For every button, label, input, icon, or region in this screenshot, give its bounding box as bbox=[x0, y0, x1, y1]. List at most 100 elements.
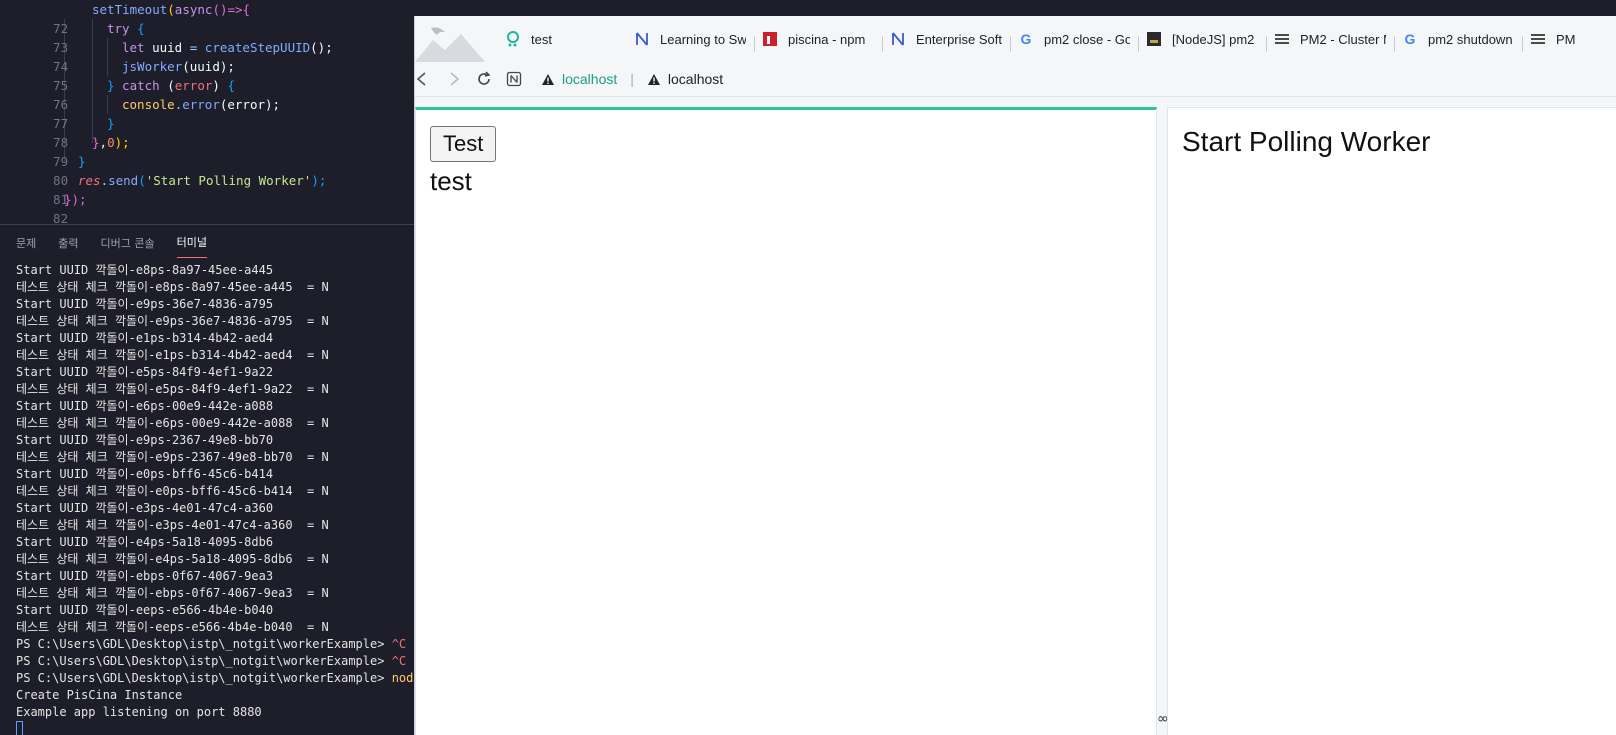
theme-artwork-icon bbox=[415, 27, 485, 62]
code-token: { bbox=[219, 78, 235, 93]
code-token: } bbox=[107, 78, 115, 93]
bottom-panel: 문제 출력 디버그 콘솔 터미널 Start UUID 깍돌이-e8ps-8a9… bbox=[0, 224, 416, 735]
code-token: ( bbox=[159, 78, 175, 93]
terminal-line: Start UUID 깍돌이-e9ps-2367-49e8-bb70 bbox=[16, 433, 274, 447]
code-line[interactable]: 79 },0); bbox=[0, 133, 416, 169]
code-token: (); bbox=[310, 40, 333, 55]
address-host-secondary: localhost bbox=[667, 71, 724, 87]
ctrl-c-text: ^C bbox=[391, 654, 407, 668]
code-token: send bbox=[108, 173, 139, 188]
code-line[interactable]: 77 console.error(error); bbox=[0, 95, 416, 131]
tab-divider bbox=[1266, 36, 1267, 52]
code-token: try bbox=[107, 21, 130, 36]
address-bar[interactable]: localhost | localhost bbox=[541, 71, 723, 87]
notion-extension-button[interactable] bbox=[503, 68, 525, 90]
code-line[interactable]: 81 res.send('Start Polling Worker'); bbox=[0, 171, 416, 207]
code-token: setTimeout bbox=[92, 2, 168, 17]
tab-terminal[interactable]: 터미널 bbox=[176, 234, 207, 258]
prompt-text: PS C:\Users\GDL\Desktop\istp\_notgit\wor… bbox=[16, 654, 392, 668]
test-output-text: test bbox=[430, 166, 472, 196]
terminal-line: Start UUID 깍돌이-ebps-0f67-4067-9ea3 bbox=[16, 569, 274, 583]
ctrl-c-text: ^C bbox=[391, 637, 407, 651]
code-token: ); bbox=[311, 173, 327, 188]
code-token: async bbox=[174, 2, 213, 17]
code-line[interactable]: 83 bbox=[0, 209, 416, 224]
code-line[interactable]: 72 setTimeout(async()=>{ bbox=[0, 0, 416, 36]
browser-tab-label: [NodeJS] pm2 bbox=[1172, 31, 1255, 47]
browser-tab-label: PM bbox=[1556, 31, 1576, 47]
code-token: error bbox=[182, 97, 220, 112]
browser-tab-test[interactable]: test bbox=[505, 28, 615, 50]
code-token: let bbox=[122, 40, 145, 55]
polling-response-text: Start Polling Worker bbox=[1182, 126, 1431, 157]
code-line[interactable]: 75 jsWorker(uuid); bbox=[0, 57, 416, 93]
code-line[interactable]: 73 try { bbox=[0, 19, 416, 55]
terminal[interactable]: Start UUID 깍돌이-e8ps-8a97-45ee-a445 테스트 상… bbox=[16, 262, 416, 735]
terminal-cursor-line bbox=[16, 721, 416, 735]
code-line[interactable]: 74 let uuid = createStepUUID(); bbox=[0, 38, 416, 74]
browser-tab-learning[interactable]: Learning to Swir bbox=[634, 28, 746, 50]
browser-tab-piscina[interactable]: piscina - npm bbox=[762, 28, 874, 50]
back-button[interactable] bbox=[415, 68, 433, 90]
terminal-line: 테스트 상태 체크 깍돌이-e4ps-5a18-4095-8db6 = N bbox=[16, 552, 329, 566]
reload-button[interactable] bbox=[473, 68, 495, 90]
browser-tab-label: pm2 shutdown - bbox=[1428, 31, 1514, 47]
browser-tab-label: pm2 close - Goc bbox=[1044, 31, 1130, 47]
code-token: 'Start Polling Worker' bbox=[145, 173, 312, 188]
browser-window: test Learning to Swir piscina - npm Ente… bbox=[414, 16, 1616, 735]
code-line[interactable]: 76 } catch (error) { bbox=[0, 76, 416, 112]
split-view-content: Test test Start Polling Worker ∞ bbox=[415, 96, 1616, 735]
terminal-prompt-line: PS C:\Users\GDL\Desktop\istp\_notgit\wor… bbox=[16, 636, 416, 653]
code-token: }); bbox=[64, 192, 87, 207]
code-token: catch bbox=[114, 78, 160, 93]
browser-tab-pm2-shutdown[interactable]: G pm2 shutdown - bbox=[1402, 28, 1514, 50]
tab-problems[interactable]: 문제 bbox=[16, 235, 36, 258]
browser-tab-pm[interactable]: PM bbox=[1530, 28, 1616, 50]
notion-n-icon bbox=[634, 31, 650, 47]
code-token: res bbox=[78, 173, 101, 188]
address-separator: | bbox=[630, 71, 634, 87]
code-line[interactable]: 82 }); bbox=[0, 190, 416, 224]
browser-tab-enterprise[interactable]: Enterprise Softw bbox=[890, 28, 1002, 50]
test-button[interactable]: Test bbox=[430, 126, 497, 162]
notion-n-icon bbox=[890, 31, 906, 47]
prompt-text: PS C:\Users\GDL\Desktop\istp\_notgit\wor… bbox=[16, 671, 392, 685]
browser-tab-pm2-close[interactable]: G pm2 close - Goc bbox=[1018, 28, 1130, 50]
code-line[interactable]: 80 } bbox=[0, 152, 416, 188]
terminal-line: 테스트 상태 체크 깍돌이-e0ps-bff6-45c6-b414 = N bbox=[16, 484, 329, 498]
node-command: node bbox=[391, 671, 416, 685]
chevron-left-icon bbox=[416, 72, 426, 86]
terminal-line: Start UUID 깍돌이-e5ps-84f9-4ef1-9a22 bbox=[16, 365, 274, 379]
browser-tab-nodejs-pm2[interactable]: [NodeJS] pm2 bbox=[1146, 28, 1258, 50]
code-token: createStepUUID bbox=[197, 40, 311, 55]
code-token: ( bbox=[167, 2, 175, 17]
code-token: (error); bbox=[219, 97, 281, 112]
code-editor[interactable]: 72 setTimeout(async()=>{ 73 try { 74 let… bbox=[0, 0, 416, 224]
code-token: ( bbox=[138, 173, 146, 188]
tab-bar: test Learning to Swir piscina - npm Ente… bbox=[415, 16, 1616, 62]
terminal-line: 테스트 상태 체크 깍돌이-e3ps-4e01-47c4-a360 = N bbox=[16, 518, 329, 532]
browser-tab-label: test bbox=[531, 31, 552, 47]
terminal-line: Start UUID 깍돌이-e4ps-5a18-4095-8db6 bbox=[16, 535, 274, 549]
google-g-icon: G bbox=[1404, 31, 1416, 47]
terminal-line: 테스트 상태 체크 깍돌이-e8ps-8a97-45ee-a445 = N bbox=[16, 280, 329, 294]
tab-divider bbox=[1138, 36, 1139, 52]
browser-tab-pm2-cluster[interactable]: PM2 - Cluster M bbox=[1274, 28, 1386, 50]
tab-debug-console[interactable]: 디버그 콘솔 bbox=[101, 235, 155, 258]
code-token: } bbox=[107, 116, 115, 131]
split-resize-icon[interactable]: ∞ bbox=[1157, 711, 1169, 727]
browser-tab-label: Enterprise Softw bbox=[916, 31, 1002, 47]
terminal-line: Example app listening on port 8880 bbox=[16, 705, 262, 719]
warning-icon bbox=[542, 73, 554, 85]
code-token: , bbox=[99, 135, 108, 150]
terminal-line: 테스트 상태 체크 깍돌이-e6ps-00e9-442e-a088 = N bbox=[16, 416, 329, 430]
terminal-line: 테스트 상태 체크 깍돌이-eeps-e566-4b4e-b040 = N bbox=[16, 620, 329, 634]
code-line[interactable]: 78 } bbox=[0, 114, 416, 150]
terminal-prompt-line: PS C:\Users\GDL\Desktop\istp\_notgit\wor… bbox=[16, 670, 416, 687]
navigation-bar: localhost | localhost bbox=[415, 62, 1616, 96]
terminal-line: Start UUID 깍돌이-e0ps-bff6-45c6-b414 bbox=[16, 467, 274, 481]
tab-output[interactable]: 출력 bbox=[58, 235, 78, 258]
browser-tab-label: Learning to Swir bbox=[660, 31, 746, 47]
code-token: } bbox=[92, 135, 100, 150]
forward-button[interactable] bbox=[443, 68, 465, 90]
